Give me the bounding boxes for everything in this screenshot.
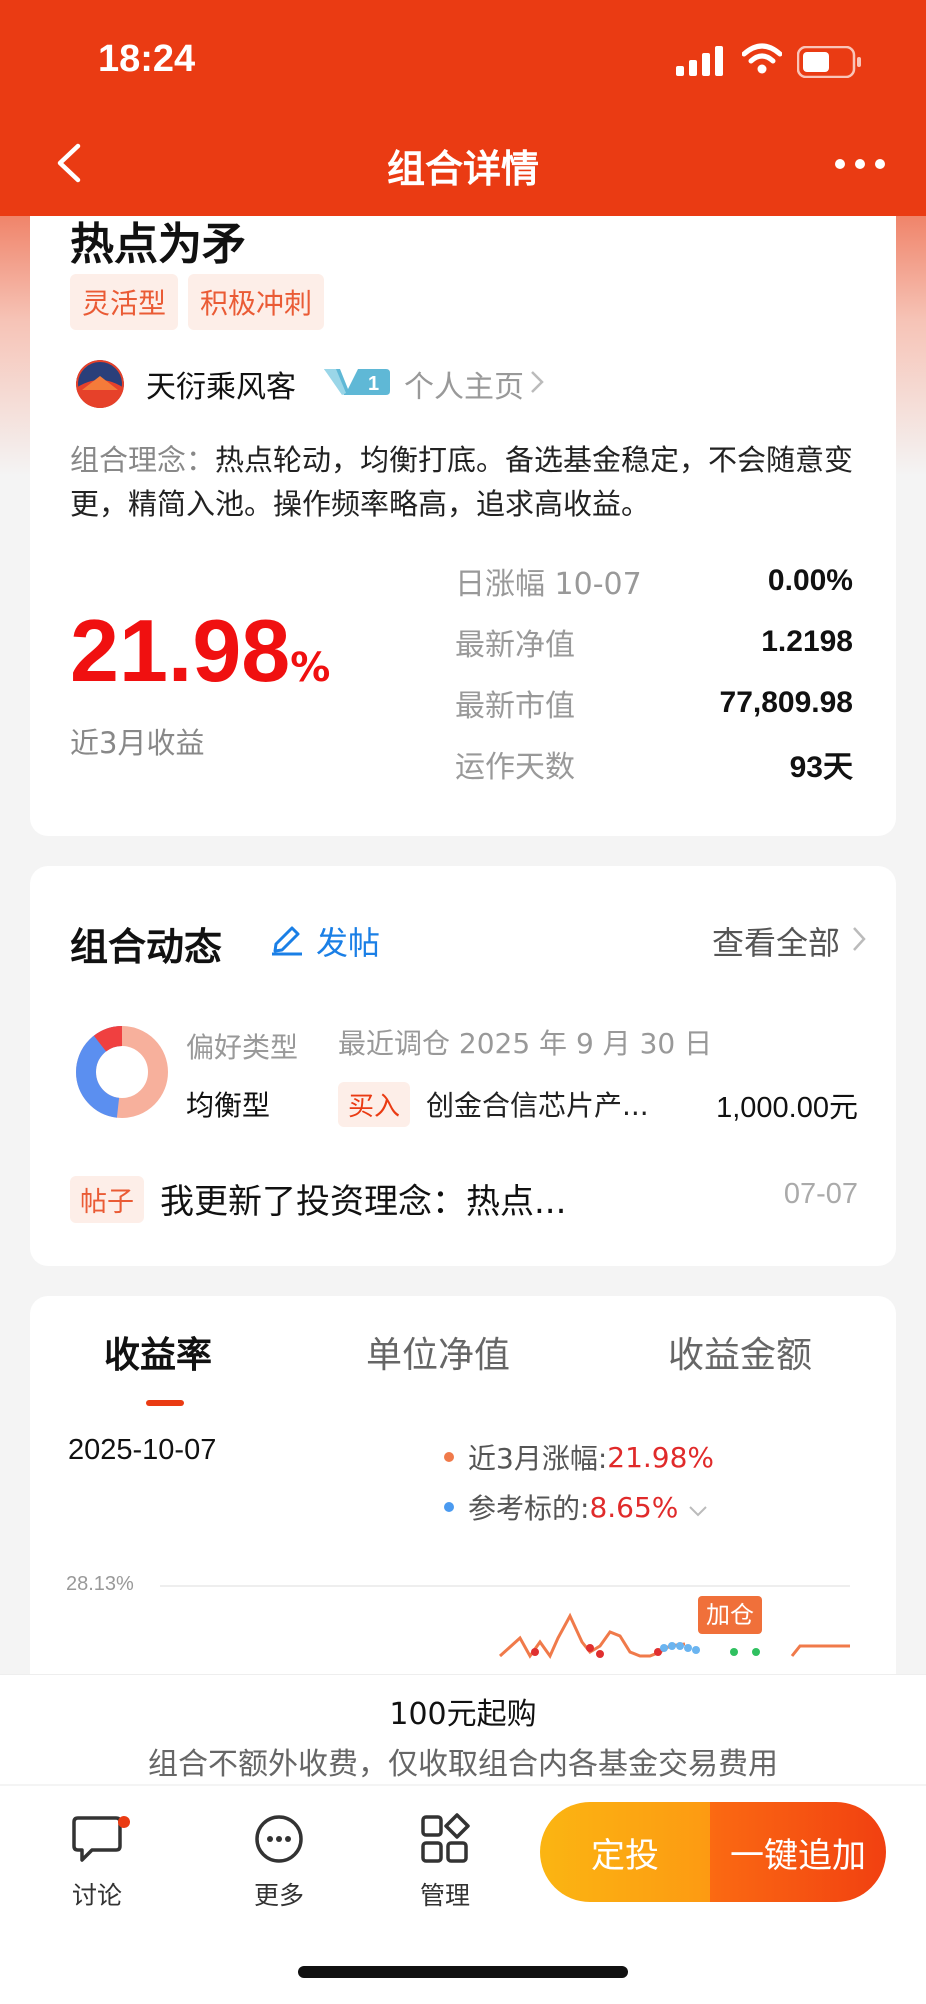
avatar[interactable] [76,360,124,408]
author-row[interactable]: 天衍乘风客 1 个人主页 [76,356,544,412]
author-name[interactable]: 天衍乘风客 [146,362,296,406]
data-point [752,1648,760,1656]
return-value: 21.98 [70,601,291,700]
more-button[interactable]: 更多 [224,1812,334,1912]
stat-label: 日涨幅 10-07 [455,566,642,602]
fee-notice: 组合不额外收费，仅收取组合内各基金交易费用 [148,1747,778,1782]
combo-philosophy: 组合理念：热点轮动，均衡打底。备选基金稳定，不会随意变更，精简入池。操作频率略高… [70,438,870,526]
chevron-right-icon [530,370,544,398]
stat-label: 运作天数 [455,749,575,785]
more-options-icon[interactable] [830,142,890,186]
battery-icon [796,45,863,82]
top-header: 18:24 组合详情 [0,0,926,216]
post-tag: 帖子 [70,1176,144,1223]
data-point [676,1642,684,1650]
homepage-link[interactable]: 个人主页 [404,362,524,406]
nav-bar: 组合详情 [0,120,926,216]
pref-type-value: 均衡型 [186,1089,271,1122]
data-point [596,1650,604,1658]
more-circle-icon [252,1815,306,1870]
manage-grid-icon [418,1813,472,1870]
stat-value: 77,809.98 [719,685,853,719]
data-point [660,1644,668,1652]
philosophy-label: 组合理念： [70,443,216,477]
pen-icon [268,918,306,964]
cta-group: 定投 一键追加 [540,1802,886,1902]
bottom-action-bar: 讨论 更多 管理 定投 一键追加 [0,1786,926,2004]
discussion-button[interactable]: 讨论 [42,1812,152,1912]
stat-label: 最新净值 [455,627,575,663]
cellular-signal-icon [676,46,724,80]
y-tick-label: 28.13% [66,1573,134,1595]
stat-value: 0.00% [767,563,853,597]
tag-aggressive: 积极冲刺 [188,274,325,330]
status-bar: 18:24 [0,0,926,120]
view-all-link[interactable]: 查看全部 [712,918,866,964]
data-point [668,1642,676,1650]
purchase-notice: 100元起购 组合不额外收费，仅收取组合内各基金交易费用 [0,1674,926,1784]
dynamics-title: 组合动态 [70,925,223,969]
stat-row: 最新市值 77,809.98 [455,672,853,733]
post-date: 07-07 [783,1178,858,1210]
svg-text:1: 1 [368,373,379,395]
data-point [692,1646,700,1654]
chevron-right-icon [852,922,866,960]
manage-label: 管理 [419,1881,470,1910]
combo-tags: 灵活型 积极冲刺 [70,274,325,330]
annotation-label: 加仓 [706,1601,754,1629]
fixed-investment-button[interactable]: 定投 [540,1802,710,1902]
pref-type-label: 偏好类型 [186,1031,299,1064]
combo-dynamics-card: 组合动态 发帖 查看全部 偏好类型 均衡型 最近调仓 2025 年 9 月 30… [30,866,896,1266]
recent-adjustment: 最近调仓 2025 年 9 月 30 日 [338,1027,713,1060]
return-unit: % [290,645,331,691]
buy-badge: 买入 [338,1082,411,1127]
status-time: 18:24 [98,38,196,80]
data-point [531,1648,539,1656]
discussion-label: 讨论 [71,1881,122,1910]
performance-chart[interactable]: 28.13% 加仓 [30,1296,896,1716]
min-purchase: 100元起购 [389,1697,537,1732]
buy-amount: 1,000.00元 [716,1092,858,1124]
data-point [684,1644,692,1652]
view-all-label: 查看全部 [711,924,840,962]
return-label: 近3月收益 [70,726,205,760]
chat-icon [62,1816,132,1870]
stat-label: 最新市值 [455,688,575,724]
combo-name: 热点为矛 [70,219,246,270]
stat-row: 最新净值 1.2198 [455,611,853,672]
tag-flexible: 灵活型 [70,274,179,330]
data-point [586,1644,594,1652]
series-combo-line [790,1644,850,1657]
stat-value: 93天 [789,750,853,784]
allocation-donut-icon [75,1026,168,1122]
return-figure: 21.98% [70,600,330,702]
more-label: 更多 [253,1881,304,1910]
fund-name[interactable]: 创金合信芯片产... [426,1084,649,1124]
post-title[interactable]: 我更新了投资理念：热点... [160,1174,566,1223]
combo-summary-card: 热点为矛 灵活型 积极冲刺 天衍乘风客 1 个人主页 组合理念：热点轮动，均衡打… [30,150,896,836]
home-indicator[interactable] [298,1966,628,1978]
page-title: 组合详情 [386,147,539,191]
stat-row: 日涨幅 10-07 0.00% [455,550,853,611]
manage-button[interactable]: 管理 [390,1812,500,1912]
stat-row: 运作天数 93天 [455,733,853,794]
quick-add-button[interactable]: 一键追加 [710,1802,886,1902]
data-point [730,1648,738,1656]
post-button-label: 发帖 [316,924,381,962]
stats-list: 日涨幅 10-07 0.00% 最新净值 1.2198 最新市值 77,809.… [455,550,853,794]
wifi-icon [741,42,783,80]
post-button[interactable]: 发帖 [268,918,380,964]
vip-badge-icon: 1 [322,365,392,403]
stat-value: 1.2198 [761,624,853,658]
performance-chart-card: 收益率 单位净值 收益金额 2025-10-07 近3月涨幅: 21.98% 参考… [30,1296,896,1716]
